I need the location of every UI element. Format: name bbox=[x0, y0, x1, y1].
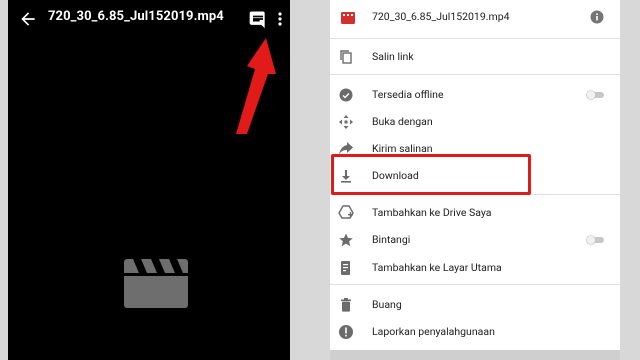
add-to-drive-icon bbox=[338, 205, 354, 219]
bottom-strip bbox=[330, 350, 620, 360]
copy-icon bbox=[340, 50, 352, 64]
report-icon bbox=[339, 325, 353, 339]
menu-item-label: Laporkan penyalahgunaan bbox=[372, 325, 495, 338]
menu-item-remove[interactable]: Buang bbox=[330, 292, 620, 318]
menu-item-label: Tambahkan ke Layar Utama bbox=[372, 261, 502, 274]
clapperboard-icon bbox=[124, 259, 188, 308]
info-icon[interactable] bbox=[590, 10, 604, 24]
back-arrow-icon[interactable] bbox=[18, 9, 38, 29]
menu-item-label: Salin link bbox=[372, 50, 414, 63]
menu-item-label: Buka dengan bbox=[372, 115, 433, 128]
menu-item-report-abuse[interactable]: Laporkan penyalahgunaan bbox=[330, 319, 620, 345]
video-title: 720_30_6.85_Jul152019.mp4 bbox=[48, 9, 224, 24]
home-screen-icon bbox=[341, 261, 350, 275]
divider bbox=[330, 74, 620, 75]
offline-toggle[interactable] bbox=[586, 90, 606, 100]
menu-item-open-with[interactable]: Buka dengan bbox=[330, 109, 620, 135]
menu-file-name: 720_30_6.85_Jul152019.mp4 bbox=[372, 10, 510, 23]
menu-header: 720_30_6.85_Jul152019.mp4 bbox=[330, 0, 620, 38]
star-icon bbox=[339, 233, 353, 247]
open-with-icon bbox=[339, 115, 353, 129]
more-vert-icon[interactable] bbox=[272, 9, 288, 29]
menu-item-copy-link[interactable]: Salin link bbox=[330, 44, 620, 70]
menu-item-add-to-home-screen[interactable]: Tambahkan ke Layar Utama bbox=[330, 255, 620, 281]
menu-item-label: Tambahkan ke Drive Saya bbox=[372, 206, 492, 219]
menu-item-label: Tersedia offline bbox=[372, 88, 444, 101]
video-file-icon bbox=[341, 12, 355, 24]
menu-item-star[interactable]: Bintangi bbox=[330, 227, 620, 253]
menu-item-available-offline[interactable]: Tersedia offline bbox=[330, 82, 620, 108]
star-toggle[interactable] bbox=[586, 235, 606, 245]
divider bbox=[330, 284, 620, 285]
download-highlight-box bbox=[331, 154, 531, 195]
offline-icon bbox=[339, 88, 353, 102]
trash-icon bbox=[341, 298, 351, 312]
player-top-bar: 720_30_6.85_Jul152019.mp4 bbox=[8, 0, 290, 38]
menu-item-label: Buang bbox=[372, 298, 402, 311]
menu-item-add-to-my-drive[interactable]: Tambahkan ke Drive Saya bbox=[330, 200, 620, 226]
video-player-screen: 720_30_6.85_Jul152019.mp4 bbox=[8, 0, 290, 360]
comment-icon[interactable] bbox=[248, 9, 268, 29]
menu-item-label: Bintangi bbox=[372, 233, 411, 246]
divider bbox=[330, 38, 620, 39]
